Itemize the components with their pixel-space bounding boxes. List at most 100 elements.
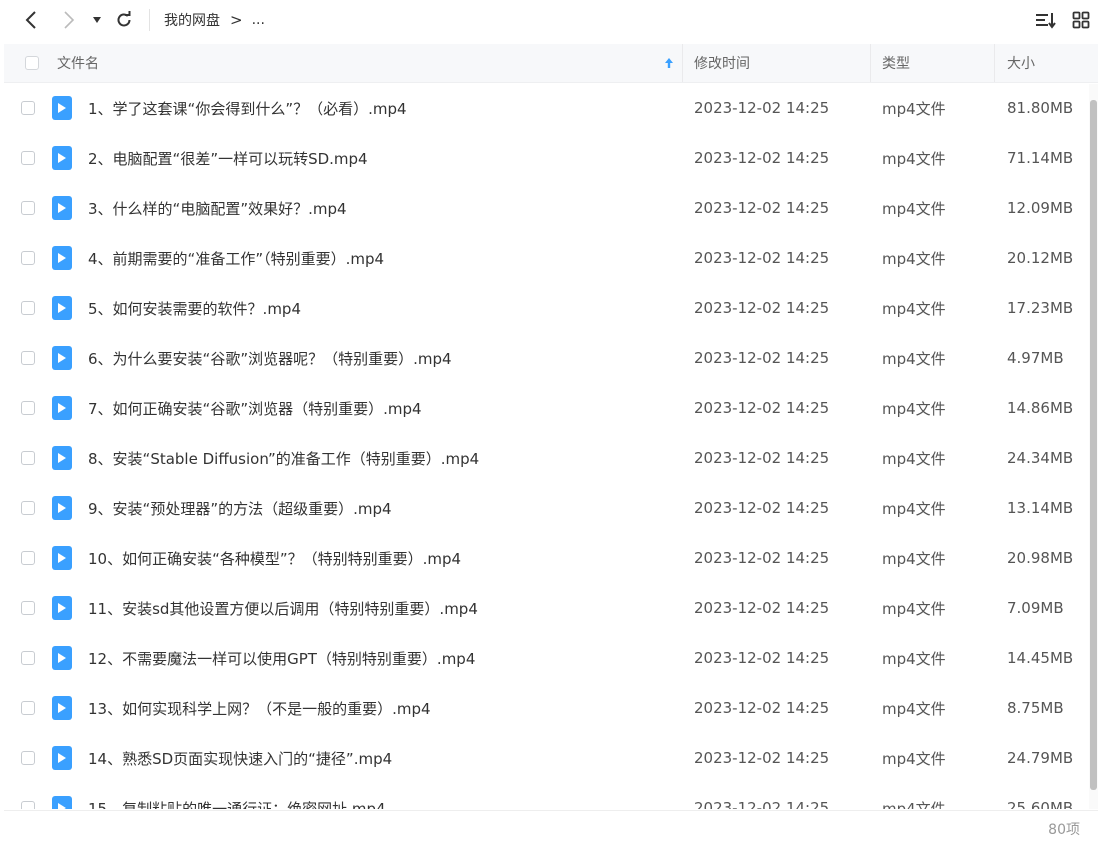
forward-button[interactable] [58,8,80,32]
file-name[interactable]: 13、如何实现科学上网？（不是一般的重要）.mp4 [88,683,431,733]
file-modified: 2023-12-02 14:25 [694,549,830,567]
toolbar-divider [149,9,150,31]
row-checkbox[interactable] [21,633,35,683]
file-row[interactable]: 13、如何实现科学上网？（不是一般的重要）.mp4 2023-12-02 14:… [0,683,1086,733]
select-all-box [25,56,39,70]
sort-button[interactable] [1034,8,1058,32]
sort-direction-indicator[interactable] [664,44,674,82]
file-size: 7.09MB [1007,599,1064,617]
file-type: mp4文件 [882,699,946,718]
column-modified-header[interactable]: 修改时间 [694,44,750,82]
chevron-left-icon [25,11,36,29]
refresh-icon [117,11,131,27]
file-size: 20.12MB [1007,249,1074,267]
video-file-icon [52,333,72,383]
file-size: 4.97MB [1007,349,1064,367]
file-size: 25.60MB [1007,799,1074,809]
file-name[interactable]: 8、安装“Stable Diffusion”的准备工作（特别重要）.mp4 [88,433,479,483]
breadcrumb-separator: > [230,11,243,29]
file-list: 1、学了这套课“你会得到什么”？（必看）.mp4 2023-12-02 14:2… [0,83,1098,809]
column-divider[interactable] [994,44,995,82]
file-name[interactable]: 10、如何正确安装“各种模型”？（特别特别重要）.mp4 [88,533,461,583]
file-name[interactable]: 12、不需要魔法一样可以使用GPT（特别特别重要）.mp4 [88,633,475,683]
file-name[interactable]: 1、学了这套课“你会得到什么”？（必看）.mp4 [88,83,407,133]
file-name[interactable]: 5、如何安装需要的软件？.mp4 [88,283,301,333]
breadcrumb-root[interactable]: 我的网盘 [164,10,220,30]
row-checkbox[interactable] [21,683,35,733]
file-type: mp4文件 [882,99,946,118]
row-checkbox[interactable] [21,233,35,283]
file-size: 12.09MB [1007,199,1074,217]
file-row[interactable]: 5、如何安装需要的软件？.mp4 2023-12-02 14:25 mp4文件 … [0,283,1086,333]
video-file-icon [52,483,72,533]
row-checkbox[interactable] [21,333,35,383]
row-checkbox[interactable] [21,583,35,633]
column-divider[interactable] [682,44,683,82]
file-row[interactable]: 15、复制粘贴的唯一通行证：绝密网址.mp4 2023-12-02 14:25 … [0,783,1086,809]
video-file-icon [52,733,72,783]
file-name[interactable]: 3、什么样的“电脑配置”效果好？.mp4 [88,183,347,233]
grid-view-button[interactable] [1070,8,1092,32]
row-checkbox[interactable] [21,533,35,583]
file-name[interactable]: 7、如何正确安装“谷歌”浏览器（特别重要）.mp4 [88,383,422,433]
file-row[interactable]: 9、安装“预处理器”的方法（超级重要）.mp4 2023-12-02 14:25… [0,483,1086,533]
file-row[interactable]: 3、什么样的“电脑配置”效果好？.mp4 2023-12-02 14:25 mp… [0,183,1086,233]
column-size-header[interactable]: 大小 [1007,44,1035,82]
row-checkbox[interactable] [21,733,35,783]
row-checkbox[interactable] [21,783,35,809]
file-row[interactable]: 12、不需要魔法一样可以使用GPT（特别特别重要）.mp4 2023-12-02… [0,633,1086,683]
file-size: 8.75MB [1007,699,1064,717]
row-checkbox[interactable] [21,433,35,483]
file-size: 14.45MB [1007,649,1074,667]
file-modified: 2023-12-02 14:25 [694,799,830,809]
file-name[interactable]: 11、安装sd其他设置方便以后调用（特别特别重要）.mp4 [88,583,478,633]
file-name[interactable]: 15、复制粘贴的唯一通行证：绝密网址.mp4 [88,783,386,810]
file-name[interactable]: 2、电脑配置“很差”一样可以玩转SD.mp4 [88,133,368,183]
file-type: mp4文件 [882,149,946,168]
file-row[interactable]: 10、如何正确安装“各种模型”？（特别特别重要）.mp4 2023-12-02 … [0,533,1086,583]
file-row[interactable]: 8、安装“Stable Diffusion”的准备工作（特别重要）.mp4 20… [0,433,1086,483]
arrow-up-icon [665,58,673,68]
refresh-button[interactable] [113,8,135,32]
column-name-header[interactable]: 文件名 [57,44,99,82]
file-name[interactable]: 6、为什么要安装“谷歌”浏览器呢？（特别重要）.mp4 [88,333,452,383]
toolbar: 我的网盘 > ... [0,0,1098,40]
caret-down-icon [93,17,101,23]
video-file-icon [52,583,72,633]
file-size: 20.98MB [1007,549,1074,567]
file-row[interactable]: 11、安装sd其他设置方便以后调用（特别特别重要）.mp4 2023-12-02… [0,583,1086,633]
history-dropdown-button[interactable] [90,8,104,32]
row-checkbox[interactable] [21,133,35,183]
column-type-header[interactable]: 类型 [882,44,910,82]
file-name[interactable]: 4、前期需要的“准备工作”（特别重要）.mp4 [88,233,384,283]
file-modified: 2023-12-02 14:25 [694,249,830,267]
row-checkbox[interactable] [21,383,35,433]
scrollbar-thumb[interactable] [1090,100,1097,790]
file-modified: 2023-12-02 14:25 [694,299,830,317]
select-all-checkbox[interactable] [25,44,39,82]
row-checkbox[interactable] [21,183,35,233]
file-modified: 2023-12-02 14:25 [694,449,830,467]
file-row[interactable]: 1、学了这套课“你会得到什么”？（必看）.mp4 2023-12-02 14:2… [0,83,1086,133]
file-row[interactable]: 4、前期需要的“准备工作”（特别重要）.mp4 2023-12-02 14:25… [0,233,1086,283]
file-modified: 2023-12-02 14:25 [694,499,830,517]
file-size: 17.23MB [1007,299,1074,317]
file-row[interactable]: 2、电脑配置“很差”一样可以玩转SD.mp4 2023-12-02 14:25 … [0,133,1086,183]
file-row[interactable]: 14、熟悉SD页面实现快速入门的“捷径”.mp4 2023-12-02 14:2… [0,733,1086,783]
column-size-label: 大小 [1007,56,1035,72]
file-row[interactable]: 6、为什么要安装“谷歌”浏览器呢？（特别重要）.mp4 2023-12-02 1… [0,333,1086,383]
video-file-icon [52,233,72,283]
file-row[interactable]: 7、如何正确安装“谷歌”浏览器（特别重要）.mp4 2023-12-02 14:… [0,383,1086,433]
file-name[interactable]: 14、熟悉SD页面实现快速入门的“捷径”.mp4 [88,733,392,783]
row-checkbox[interactable] [21,83,35,133]
file-modified: 2023-12-02 14:25 [694,649,830,667]
item-count: 80项 [1048,822,1080,838]
video-file-icon [52,683,72,733]
back-button[interactable] [20,8,42,32]
column-divider[interactable] [870,44,871,82]
breadcrumb-more[interactable]: ... [252,12,265,28]
row-checkbox[interactable] [21,283,35,333]
row-checkbox[interactable] [21,483,35,533]
file-type: mp4文件 [882,799,946,810]
file-name[interactable]: 9、安装“预处理器”的方法（超级重要）.mp4 [88,483,392,533]
